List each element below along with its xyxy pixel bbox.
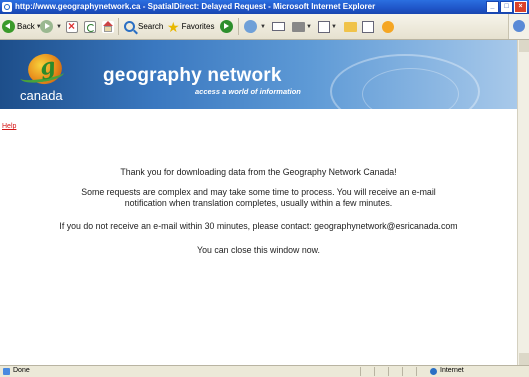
processing-message-line-1: Some requests are complex and may take s… bbox=[81, 187, 436, 197]
page-content: g canada geography network access a worl… bbox=[0, 40, 517, 365]
favorites-label: Favorites bbox=[181, 22, 215, 31]
minimize-button[interactable]: _ bbox=[486, 1, 499, 13]
site-tagline: access a world of information bbox=[195, 87, 301, 96]
home-button[interactable] bbox=[102, 18, 114, 35]
chevron-down-icon: ▼ bbox=[260, 23, 266, 30]
messenger-button[interactable] bbox=[382, 18, 394, 35]
processing-message-line-2: notification when translation completes,… bbox=[124, 198, 393, 208]
folder-icon bbox=[344, 21, 357, 32]
vertical-scrollbar[interactable] bbox=[517, 40, 529, 365]
print-button[interactable]: ▼ bbox=[292, 18, 312, 35]
search-label: Search bbox=[138, 22, 164, 31]
status-text: Done bbox=[13, 367, 30, 374]
chevron-down-icon: ▼ bbox=[306, 23, 312, 30]
scroll-down-arrow[interactable] bbox=[519, 353, 529, 365]
back-label: Back bbox=[17, 22, 35, 31]
discuss-icon bbox=[362, 20, 374, 33]
status-pane bbox=[374, 367, 387, 376]
site-title: geography network bbox=[103, 65, 282, 86]
toolbar-divider bbox=[118, 18, 119, 35]
ie-app-icon bbox=[2, 2, 12, 12]
thank-you-message: Thank you for downloading data from the … bbox=[120, 167, 397, 177]
printer-icon bbox=[292, 21, 305, 32]
security-zone-label: Internet bbox=[440, 367, 464, 374]
mail-icon bbox=[272, 22, 285, 31]
browser-toolbar: Back ▼ ▼ Search ★ Favorites ▼ ▼ ▼ bbox=[0, 14, 529, 40]
contact-message: If you do not receive an e-mail within 3… bbox=[59, 221, 458, 231]
window-title: http://www.geographynetwork.ca - Spatial… bbox=[15, 2, 376, 11]
search-icon bbox=[124, 21, 135, 32]
status-pane bbox=[388, 367, 401, 376]
messenger-icon bbox=[382, 20, 394, 33]
window-titlebar: http://www.geographynetwork.ca - Spatial… bbox=[0, 0, 529, 14]
close-button[interactable]: × bbox=[514, 1, 527, 13]
star-icon: ★ bbox=[167, 18, 180, 35]
window-controls: _ □ × bbox=[486, 1, 527, 13]
refresh-icon bbox=[84, 20, 96, 33]
status-pane bbox=[402, 367, 415, 376]
page-icon bbox=[3, 368, 10, 375]
scroll-up-arrow[interactable] bbox=[519, 40, 529, 52]
globe-graphic bbox=[330, 54, 480, 129]
favorites-button[interactable]: ★ Favorites bbox=[167, 18, 214, 35]
stop-button[interactable] bbox=[66, 18, 78, 35]
history-icon bbox=[244, 20, 257, 33]
chevron-down-icon: ▼ bbox=[331, 23, 337, 30]
refresh-button[interactable] bbox=[84, 18, 96, 35]
mail-button[interactable] bbox=[272, 18, 285, 35]
chevron-down-icon: ▼ bbox=[56, 23, 62, 30]
status-pane bbox=[360, 367, 373, 376]
media-icon bbox=[220, 20, 233, 33]
logo-text: canada bbox=[20, 88, 63, 103]
internet-zone-icon bbox=[430, 368, 437, 375]
folder-button[interactable] bbox=[344, 18, 357, 35]
back-arrow-icon bbox=[2, 20, 15, 33]
toolbar-divider bbox=[238, 18, 239, 35]
back-button[interactable]: Back ▼ bbox=[2, 18, 42, 35]
discuss-button[interactable] bbox=[362, 18, 374, 35]
maximize-button[interactable]: □ bbox=[500, 1, 513, 13]
windows-logo-icon bbox=[508, 14, 529, 39]
edit-button[interactable]: ▼ bbox=[318, 18, 337, 35]
forward-button[interactable]: ▼ bbox=[40, 18, 62, 35]
status-bar: Done Internet bbox=[0, 365, 529, 377]
media-button[interactable] bbox=[220, 18, 235, 35]
processing-message: Some requests are complex and may take s… bbox=[0, 187, 517, 209]
edit-icon bbox=[318, 20, 330, 33]
site-banner: g canada geography network access a worl… bbox=[0, 40, 517, 129]
close-window-message: You can close this window now. bbox=[197, 245, 320, 255]
forward-arrow-icon bbox=[40, 20, 53, 33]
stop-icon bbox=[66, 19, 78, 33]
help-link[interactable]: Help bbox=[2, 123, 16, 130]
search-button[interactable]: Search bbox=[124, 18, 163, 35]
status-pane bbox=[416, 367, 429, 376]
home-icon bbox=[102, 20, 114, 33]
history-button[interactable]: ▼ bbox=[244, 18, 266, 35]
